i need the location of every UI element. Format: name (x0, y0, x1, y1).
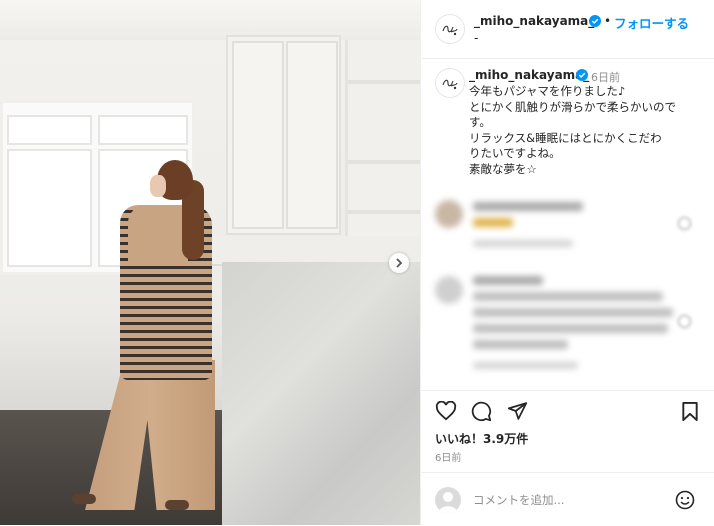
blurred-text (473, 308, 673, 317)
blurred-text (473, 324, 668, 333)
signature-logo-icon (442, 79, 458, 90)
blurred-text (473, 276, 543, 285)
caption-line: す。 (469, 115, 491, 129)
person-shoe (72, 494, 96, 504)
comment-bar (421, 472, 714, 526)
likes-count[interactable]: いいね！3.9万件 (435, 430, 528, 447)
blurred-meta (473, 362, 578, 369)
blurred-text (473, 340, 568, 349)
blurred-text (473, 218, 513, 227)
cabinet-door (232, 41, 284, 229)
caption-time: 6日前 (591, 71, 620, 84)
avatar[interactable] (435, 14, 465, 44)
bookmark-icon[interactable] (681, 401, 699, 422)
photo-counter (222, 262, 420, 525)
photo-shelf (345, 40, 420, 240)
follow-button[interactable]: フォローする (614, 13, 689, 32)
blurred-meta (473, 240, 573, 247)
caption-username[interactable]: _miho_nakayama_ (469, 68, 589, 82)
person-shoe (165, 500, 189, 510)
post-photo[interactable] (0, 0, 420, 525)
caption-line: 素敵な夢を☆ (469, 161, 537, 176)
avatar (435, 276, 463, 304)
photo-cabinet (226, 35, 341, 235)
post-header: _miho_nakayama_ • フォローする - (421, 0, 714, 59)
default-avatar-icon (438, 492, 458, 513)
caption-line: 今年もパジャマを作りました♪ (469, 84, 626, 98)
post-timestamp[interactable]: 6日前 (435, 449, 461, 464)
header-username[interactable]: _miho_nakayama_ (474, 14, 594, 28)
shelf-board (348, 80, 420, 84)
verified-badge-icon (589, 15, 601, 27)
post-side-panel: _miho_nakayama_ • フォローする - _miho_nakayam… (420, 0, 714, 525)
heart-icon (678, 315, 691, 328)
cabinet-door (286, 41, 338, 229)
comment-input[interactable] (473, 487, 663, 513)
shelf-board (348, 210, 420, 214)
verified-badge-icon (576, 69, 588, 81)
blurred-comment (431, 270, 711, 380)
comment-icon[interactable] (471, 401, 492, 422)
person-top-plain (128, 205, 188, 265)
blurred-text (473, 292, 663, 301)
separator-dot: • (604, 14, 612, 28)
share-icon[interactable] (507, 401, 528, 421)
blurred-comment (431, 198, 711, 258)
shelf-board (348, 160, 420, 164)
smiley-icon[interactable] (675, 490, 695, 510)
chevron-right-icon[interactable] (389, 253, 409, 273)
caption-avatar[interactable] (435, 68, 465, 98)
caption-line: りたいですよね。 (469, 146, 561, 160)
window-pane (7, 115, 92, 145)
caption-line: とにかく肌触りが滑らかで柔らかいので (469, 99, 676, 114)
heart-icon[interactable] (435, 401, 457, 421)
heart-icon (678, 217, 691, 230)
caption-text: 今年もパジャマを作りました♪ とにかく肌触りが滑らかで柔らかいので す。 リラッ… (469, 84, 701, 177)
window-pane (98, 115, 188, 145)
header-subtext: - (474, 31, 479, 45)
window-pane (7, 149, 92, 267)
avatar (435, 200, 463, 228)
person-face (150, 175, 166, 197)
signature-logo-icon (442, 25, 458, 36)
caption-line: リラックス&睡眠にはとにかくこだわ (469, 130, 662, 145)
blurred-text (473, 202, 583, 211)
avatar (435, 487, 461, 513)
photo-ceiling (0, 0, 420, 40)
